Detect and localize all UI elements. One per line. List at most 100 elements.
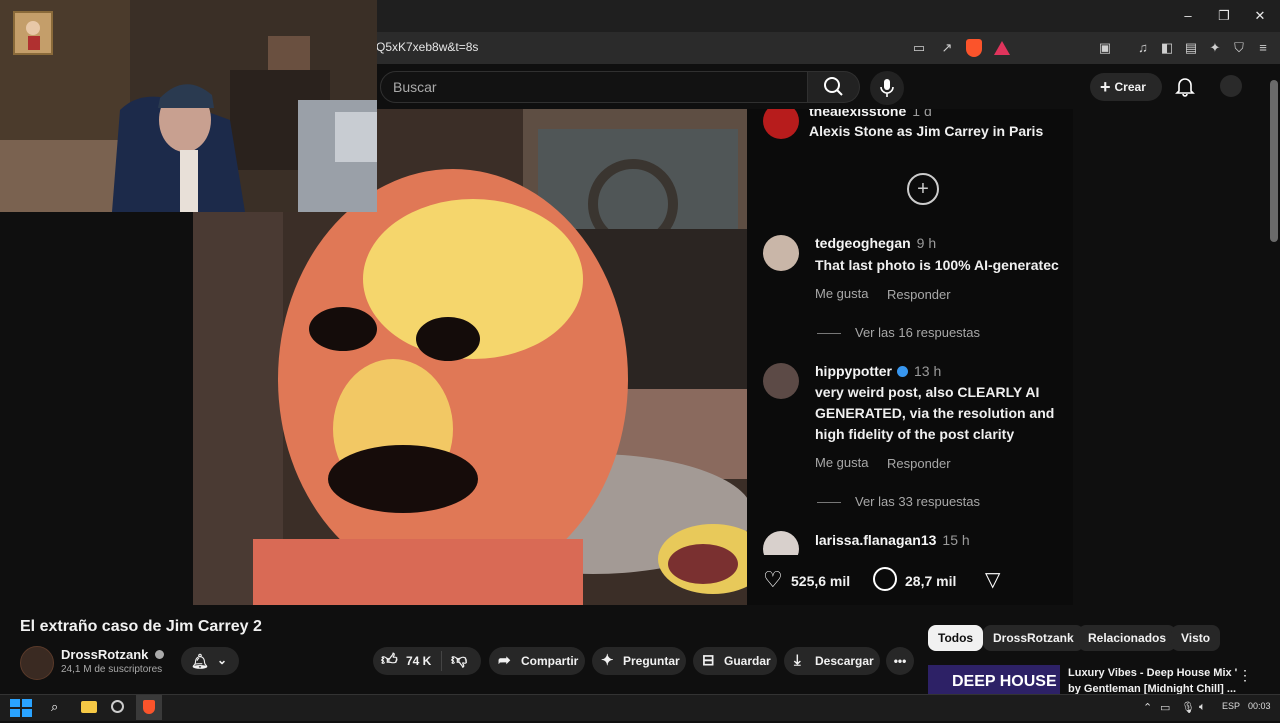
search-input[interactable]: Buscar (380, 71, 808, 103)
channel-name[interactable]: DrossRotzank (61, 647, 165, 662)
comment-text: Alexis Stone as Jim Carrey in Paris (809, 123, 1044, 139)
file-explorer-icon[interactable] (81, 701, 97, 713)
chevron-down-icon: ⌄ (217, 653, 228, 667)
close-button[interactable]: ✕ (1250, 8, 1270, 24)
chip-channel[interactable]: DrossRotzank (983, 625, 1084, 651)
more-icon: ••• (893, 654, 907, 668)
music-icon[interactable]: ♫ (1134, 40, 1152, 56)
windows-logo-icon (10, 699, 32, 717)
comment-user: hippypotter 13 h (815, 363, 942, 379)
heart-icon: ♡ (763, 567, 783, 592)
like-count: 525,6 mil (791, 573, 851, 589)
bell-icon: 🔔︎ (191, 653, 209, 669)
comment-like-link: Me gusta (815, 455, 869, 470)
send-icon: ▽ (985, 569, 1001, 591)
download-label: Descargar (815, 654, 874, 668)
subscriber-count: 24,1 M de suscriptores (61, 664, 163, 675)
comment-avatar (763, 109, 799, 139)
subscription-bell-button[interactable]: 🔔︎ ⌄ (181, 647, 239, 675)
voice-search-button[interactable] (870, 71, 904, 105)
leo-ai-icon[interactable]: ✦ (1206, 40, 1224, 56)
thumbnail-text: DEEP HOUSE (952, 673, 1057, 690)
recommended-thumbnail[interactable]: DEEP HOUSE (928, 665, 1060, 694)
reader-icon[interactable]: ▣ (1096, 40, 1114, 56)
ask-label: Preguntar (623, 654, 680, 668)
tray-chevron-icon[interactable]: ⌃ (1143, 701, 1152, 714)
brave-rewards-icon[interactable] (994, 41, 1010, 55)
download-button[interactable]: ⤓ Descargar (784, 647, 880, 675)
share-icon: ➦ (498, 652, 511, 669)
verified-check-icon (155, 650, 165, 659)
sparkle-icon: ✦ (601, 652, 614, 669)
menu-icon[interactable]: ≡ (1254, 40, 1272, 56)
cast-icon[interactable]: ▭ (910, 40, 928, 56)
url-text[interactable]: Q5xK7xeb8w&t=8s (376, 40, 478, 54)
chip-watched[interactable]: Visto (1171, 625, 1221, 651)
save-button[interactable]: ⊟ Guardar (693, 647, 777, 675)
instagram-comments-panel: thealexisstone 1 d Alexis Stone as Jim Ca… (747, 109, 1073, 605)
maximize-button[interactable]: ❐ (1214, 8, 1234, 24)
comment-avatar (763, 235, 799, 271)
share-button[interactable]: ➦ Compartir (489, 647, 585, 675)
windows-start-icon[interactable] (9, 698, 33, 718)
channel-avatar[interactable] (20, 646, 54, 680)
bookmark-icon: ⊟ (702, 652, 715, 669)
thumbs-down-icon: 👎︎ (451, 652, 468, 669)
sidebar-icon[interactable]: ◧ (1158, 40, 1176, 56)
avatar[interactable] (1220, 75, 1242, 97)
comment-user: thealexisstone 1 d (809, 109, 932, 119)
comment-text: very weird post, also CLEARLY AI (815, 384, 1040, 400)
comment-reply-link: Responder (887, 287, 951, 302)
comment-icon (873, 567, 897, 591)
more-actions-button[interactable]: ••• (886, 647, 914, 675)
comment-user: larissa.flanagan13 15 h (815, 532, 970, 548)
notifications-button[interactable] (1174, 75, 1196, 97)
chrome-icon[interactable] (111, 700, 124, 713)
plus-icon: + (1100, 77, 1111, 97)
download-icon: ⤓ (794, 652, 801, 669)
brave-taskbar-item[interactable] (136, 695, 162, 720)
comment-text: GENERATED, via the resolution and (815, 405, 1055, 421)
search-icon (824, 77, 843, 96)
create-label: Crear (1114, 80, 1146, 94)
view-replies: Ver las 33 respuestas (817, 494, 980, 509)
page-scrollbar[interactable] (1270, 80, 1278, 242)
like-button[interactable]: 👍︎ (381, 647, 398, 675)
brave-shield-icon[interactable] (966, 39, 982, 57)
webcam-feed (0, 0, 377, 212)
minimize-button[interactable]: – (1178, 8, 1198, 24)
like-count: 74 K (406, 654, 432, 668)
language-indicator[interactable]: ESP (1222, 701, 1240, 711)
microphone-icon (880, 79, 894, 97)
ask-button[interactable]: ✦ Preguntar (592, 647, 686, 675)
dislike-button[interactable]: 👎︎ (451, 647, 467, 675)
like-dislike-group: 👍︎ 74 K 👎︎ (373, 647, 481, 675)
thumbs-up-icon: 👍︎ (381, 652, 398, 669)
brave-icon (143, 700, 155, 714)
clock[interactable]: 00:03 (1248, 701, 1271, 711)
view-replies: Ver las 16 respuestas (817, 325, 980, 340)
network-icon[interactable]: ▭ (1160, 701, 1170, 714)
verified-badge-icon (897, 366, 908, 377)
webcam-overlay (0, 0, 377, 212)
chip-related[interactable]: Relacionados (1078, 625, 1177, 651)
volume-icon[interactable]: 🔈︎ (1199, 701, 1206, 714)
create-button[interactable]: + Crear (1090, 73, 1162, 101)
microphone-tray-icon[interactable]: 🎙︎ (1181, 701, 1195, 714)
search-button[interactable] (808, 71, 860, 103)
search-taskbar-icon[interactable]: ⌕ (51, 699, 58, 715)
vpn-shield-icon[interactable]: ⛉ (1230, 40, 1248, 56)
add-comment-icon: + (907, 173, 939, 205)
divider (441, 651, 442, 671)
comment-text: That last photo is 100% AI-generatec (815, 257, 1059, 273)
save-label: Guardar (724, 654, 771, 668)
chip-todos[interactable]: Todos (928, 625, 984, 651)
comment-text: high fidelity of the post clarity (815, 426, 1015, 442)
bell-icon (1175, 78, 1195, 97)
share-label: Compartir (521, 654, 579, 668)
channel-name-text: DrossRotzank (61, 647, 149, 662)
share-icon[interactable]: ↗ (938, 40, 956, 56)
recommended-title[interactable]: Luxury Vibes - Deep House Mix ' (1068, 667, 1237, 679)
recommended-menu-icon[interactable]: ⋮ (1238, 667, 1252, 684)
wallet-icon[interactable]: ▤ (1182, 40, 1200, 56)
